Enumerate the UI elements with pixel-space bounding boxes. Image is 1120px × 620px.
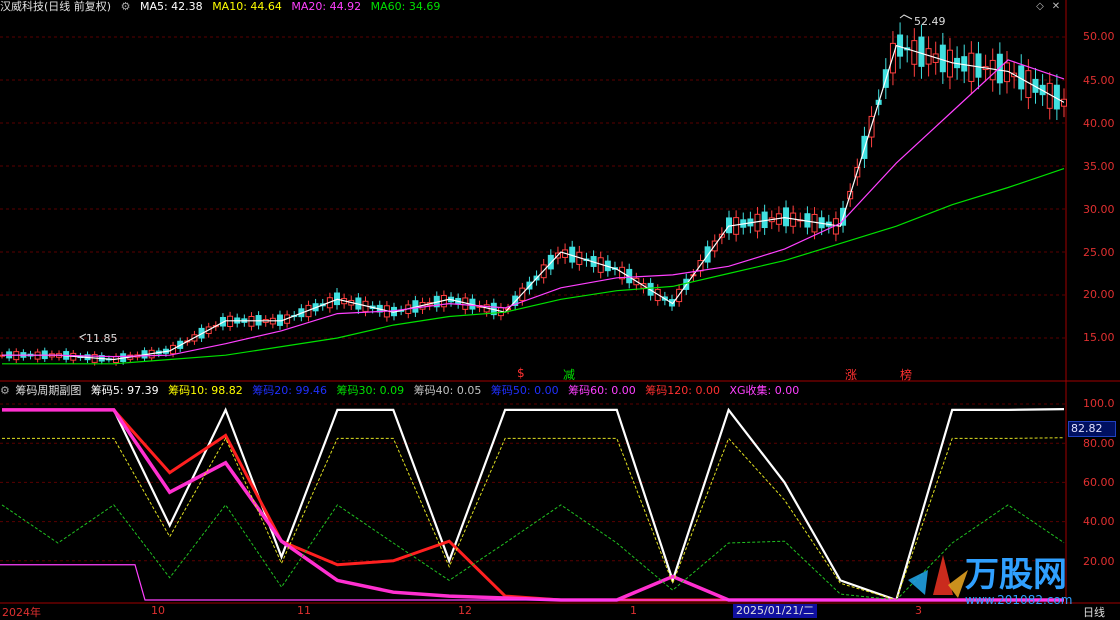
candle-body <box>733 217 740 235</box>
candle-body <box>975 53 982 78</box>
sub-tick-80: 80.00 <box>1083 437 1115 450</box>
marker-list: 榜 <box>900 368 913 382</box>
sub-tick-40: 40.00 <box>1083 515 1115 528</box>
date-nov: 11 <box>297 604 311 617</box>
chip50-label: 筹码50: 0.00 <box>490 384 559 397</box>
sub-tick-100: 100.0 <box>1083 397 1115 410</box>
candlesticks <box>0 22 1067 366</box>
price-grid <box>0 36 1066 339</box>
marker-rise: 涨 <box>845 368 858 382</box>
xg-collect-label: XG收集: 0.00 <box>729 384 800 397</box>
ma-line-ma20 <box>2 59 1065 358</box>
candle-body <box>754 213 761 232</box>
ma-line-ma5 <box>2 44 1065 361</box>
marker-reduce: 减 <box>563 368 576 382</box>
diamond-icon[interactable]: ◇ <box>1034 1 1046 13</box>
candle-body <box>1061 98 1067 107</box>
ma60-label: MA60: 34.69 <box>370 0 441 13</box>
price-tick-35: 35.00 <box>1083 160 1115 173</box>
low-price-label: 11.85 <box>86 332 118 345</box>
chip120-label: 筹码120: 0.00 <box>645 384 720 397</box>
sub-title: 筹码周期副图 <box>15 384 82 397</box>
chip60-label: 筹码60: 0.00 <box>568 384 636 397</box>
price-tick-50: 50.00 <box>1083 30 1115 43</box>
candle-body <box>939 44 946 73</box>
chip20-label: 筹码20: 99.46 <box>252 384 327 397</box>
chip30-label: 筹码30: 0.09 <box>336 384 405 397</box>
price-tick-25: 25.00 <box>1083 246 1115 259</box>
svg-text:www.201082.com: www.201082.com <box>965 593 1072 607</box>
ma10-label: MA10: 44.64 <box>212 0 282 13</box>
date-jan: 1 <box>630 604 637 617</box>
candle-body <box>918 36 925 67</box>
candle-body <box>897 34 904 57</box>
price-tick-15: 15.00 <box>1083 331 1115 344</box>
watermark-logo: 万股网 www.201082.com <box>908 555 1072 607</box>
cursor-date-label: 2025/01/21/二 <box>733 604 818 618</box>
chart-title: 汉威科技(日线 前复权) <box>0 0 112 13</box>
price-tick-45: 45.00 <box>1083 74 1115 87</box>
ma-line-ma60 <box>2 168 1065 365</box>
high-price-label: 52.49 <box>914 15 946 28</box>
marker-dollar: $ <box>517 366 525 380</box>
date-oct: 10 <box>151 604 165 617</box>
settings-icon[interactable]: ⚙ <box>121 0 131 13</box>
candle-body <box>911 40 918 65</box>
sub-tick-60: 60.00 <box>1083 476 1115 489</box>
sub-grid <box>0 403 1066 562</box>
candle-body <box>333 292 340 306</box>
svg-text:万股网: 万股网 <box>965 555 1067 595</box>
price-tick-20: 20.00 <box>1083 288 1115 301</box>
moving-average-lines <box>2 44 1065 365</box>
chip10-label: 筹码10: 98.82 <box>168 384 243 397</box>
sub-settings-icon[interactable]: ⚙ <box>0 384 10 397</box>
candle-body <box>989 59 996 81</box>
date-dec: 12 <box>458 604 472 617</box>
price-tick-30: 30.00 <box>1083 203 1115 216</box>
candle-body <box>968 52 975 82</box>
current-value-box: 82.82 <box>1068 421 1116 437</box>
close-icon[interactable]: ✕ <box>1050 1 1062 13</box>
candle-body <box>811 213 818 233</box>
candle-body <box>946 49 953 78</box>
chip5-label: 筹码5: 97.39 <box>90 384 159 397</box>
ma5-label: MA5: 42.38 <box>139 0 203 13</box>
candle-body <box>783 207 790 227</box>
chip40-label: 筹码40: 0.05 <box>413 384 482 397</box>
ma20-label: MA20: 44.92 <box>291 0 362 13</box>
high-pointer <box>899 14 913 20</box>
price-chart[interactable] <box>0 0 1120 618</box>
price-tick-40: 40.00 <box>1083 117 1115 130</box>
